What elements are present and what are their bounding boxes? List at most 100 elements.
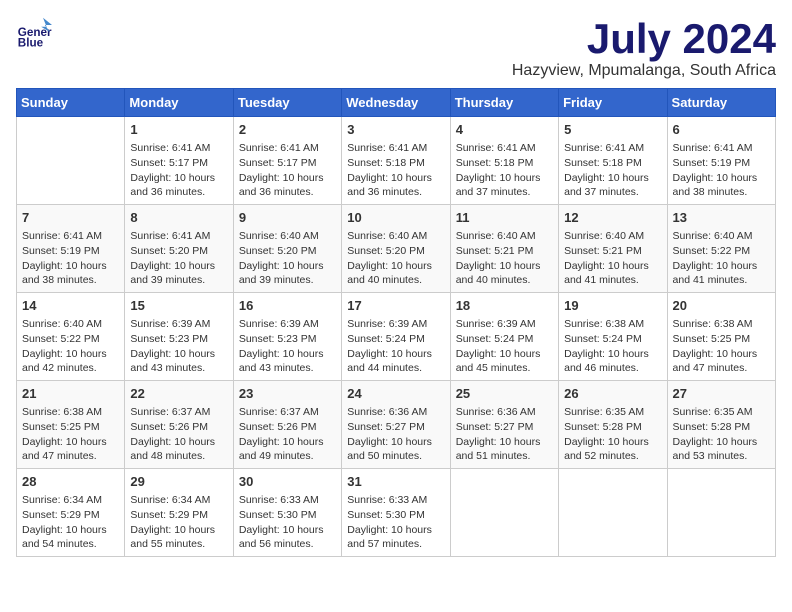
cell-daylight-info: Sunrise: 6:35 AM Sunset: 5:28 PM Dayligh… [564,405,661,464]
calendar-cell: 4 Sunrise: 6:41 AM Sunset: 5:18 PM Daylig… [450,117,558,205]
calendar-cell: 28 Sunrise: 6:34 AM Sunset: 5:29 PM Dayli… [17,468,125,556]
date-number: 4 [456,121,553,139]
page-header: General Blue July 2024 Hazyview, Mpumala… [16,16,776,80]
calendar-cell: 13Sunrise: 6:40 AM Sunset: 5:22 PM Dayli… [667,205,775,293]
date-number: 2 [239,121,336,139]
cell-daylight-info: Sunrise: 6:33 AM Sunset: 5:30 PM Dayligh… [347,493,444,552]
calendar-week-row: 21 Sunrise: 6:38 AM Sunset: 5:25 PM Dayli… [17,381,776,469]
date-number: 30 [239,473,336,491]
date-number: 17 [347,297,444,315]
calendar-cell: 15 Sunrise: 6:39 AM Sunset: 5:23 PM Dayli… [125,293,233,381]
day-header-friday: Friday [559,89,667,117]
cell-daylight-info: Sunrise: 6:36 AM Sunset: 5:27 PM Dayligh… [456,405,553,464]
calendar-cell: 10 Sunrise: 6:40 AM Sunset: 5:20 PM Dayli… [342,205,450,293]
calendar-week-row: 14Sunrise: 6:40 AM Sunset: 5:22 PM Dayli… [17,293,776,381]
calendar-cell [450,468,558,556]
date-number: 18 [456,297,553,315]
day-header-thursday: Thursday [450,89,558,117]
calendar-cell: 21 Sunrise: 6:38 AM Sunset: 5:25 PM Dayli… [17,381,125,469]
date-number: 12 [564,209,661,227]
day-header-saturday: Saturday [667,89,775,117]
date-number: 24 [347,385,444,403]
calendar-cell: 22Sunrise: 6:37 AM Sunset: 5:26 PM Dayli… [125,381,233,469]
cell-daylight-info: Sunrise: 6:40 AM Sunset: 5:21 PM Dayligh… [456,229,553,288]
day-header-sunday: Sunday [17,89,125,117]
date-number: 9 [239,209,336,227]
cell-daylight-info: Sunrise: 6:41 AM Sunset: 5:18 PM Dayligh… [564,141,661,200]
cell-daylight-info: Sunrise: 6:37 AM Sunset: 5:26 PM Dayligh… [239,405,336,464]
calendar-cell: 27 Sunrise: 6:35 AM Sunset: 5:28 PM Dayli… [667,381,775,469]
calendar-cell: 7 Sunrise: 6:41 AM Sunset: 5:19 PM Daylig… [17,205,125,293]
calendar-cell: 3 Sunrise: 6:41 AM Sunset: 5:18 PM Daylig… [342,117,450,205]
cell-daylight-info: Sunrise: 6:38 AM Sunset: 5:24 PM Dayligh… [564,317,661,376]
date-number: 13 [673,209,770,227]
day-header-monday: Monday [125,89,233,117]
calendar-cell: 20 Sunrise: 6:38 AM Sunset: 5:25 PM Dayli… [667,293,775,381]
date-number: 1 [130,121,227,139]
calendar-cell: 31 Sunrise: 6:33 AM Sunset: 5:30 PM Dayli… [342,468,450,556]
calendar-cell: 18 Sunrise: 6:39 AM Sunset: 5:24 PM Dayli… [450,293,558,381]
date-number: 7 [22,209,119,227]
calendar-cell: 9 Sunrise: 6:40 AM Sunset: 5:20 PM Daylig… [233,205,341,293]
date-number: 21 [22,385,119,403]
date-number: 23 [239,385,336,403]
date-number: 10 [347,209,444,227]
calendar-cell: 29 Sunrise: 6:34 AM Sunset: 5:29 PM Dayli… [125,468,233,556]
date-number: 31 [347,473,444,491]
calendar-cell: 25Sunrise: 6:36 AM Sunset: 5:27 PM Dayli… [450,381,558,469]
date-number: 5 [564,121,661,139]
cell-daylight-info: Sunrise: 6:40 AM Sunset: 5:20 PM Dayligh… [239,229,336,288]
date-number: 16 [239,297,336,315]
calendar-cell: 8 Sunrise: 6:41 AM Sunset: 5:20 PM Daylig… [125,205,233,293]
logo-icon: General Blue [16,16,52,52]
date-number: 19 [564,297,661,315]
cell-daylight-info: Sunrise: 6:39 AM Sunset: 5:23 PM Dayligh… [130,317,227,376]
date-number: 20 [673,297,770,315]
svg-text:Blue: Blue [18,37,44,50]
calendar-cell: 12 Sunrise: 6:40 AM Sunset: 5:21 PM Dayli… [559,205,667,293]
cell-daylight-info: Sunrise: 6:39 AM Sunset: 5:24 PM Dayligh… [347,317,444,376]
date-number: 29 [130,473,227,491]
cell-daylight-info: Sunrise: 6:41 AM Sunset: 5:18 PM Dayligh… [456,141,553,200]
page-title: July 2024 [512,16,776,62]
date-number: 28 [22,473,119,491]
day-header-tuesday: Tuesday [233,89,341,117]
calendar-cell: 17 Sunrise: 6:39 AM Sunset: 5:24 PM Dayli… [342,293,450,381]
calendar-cell: 1 Sunrise: 6:41 AM Sunset: 5:17 PM Daylig… [125,117,233,205]
cell-daylight-info: Sunrise: 6:40 AM Sunset: 5:21 PM Dayligh… [564,229,661,288]
cell-daylight-info: Sunrise: 6:41 AM Sunset: 5:20 PM Dayligh… [130,229,227,288]
cell-daylight-info: Sunrise: 6:41 AM Sunset: 5:19 PM Dayligh… [22,229,119,288]
cell-daylight-info: Sunrise: 6:41 AM Sunset: 5:17 PM Dayligh… [130,141,227,200]
cell-daylight-info: Sunrise: 6:34 AM Sunset: 5:29 PM Dayligh… [22,493,119,552]
calendar-cell: 11Sunrise: 6:40 AM Sunset: 5:21 PM Dayli… [450,205,558,293]
calendar-cell [559,468,667,556]
date-number: 3 [347,121,444,139]
cell-daylight-info: Sunrise: 6:39 AM Sunset: 5:24 PM Dayligh… [456,317,553,376]
calendar-cell [667,468,775,556]
date-number: 15 [130,297,227,315]
cell-daylight-info: Sunrise: 6:33 AM Sunset: 5:30 PM Dayligh… [239,493,336,552]
date-number: 26 [564,385,661,403]
calendar-cell: 6 Sunrise: 6:41 AM Sunset: 5:19 PM Daylig… [667,117,775,205]
logo: General Blue [16,16,52,52]
cell-daylight-info: Sunrise: 6:41 AM Sunset: 5:19 PM Dayligh… [673,141,770,200]
calendar-header-row: SundayMondayTuesdayWednesdayThursdayFrid… [17,89,776,117]
cell-daylight-info: Sunrise: 6:34 AM Sunset: 5:29 PM Dayligh… [130,493,227,552]
cell-daylight-info: Sunrise: 6:35 AM Sunset: 5:28 PM Dayligh… [673,405,770,464]
title-block: July 2024 Hazyview, Mpumalanga, South Af… [512,16,776,80]
calendar-cell: 26 Sunrise: 6:35 AM Sunset: 5:28 PM Dayli… [559,381,667,469]
page-subtitle: Hazyview, Mpumalanga, South Africa [512,62,776,80]
calendar-cell [17,117,125,205]
cell-daylight-info: Sunrise: 6:38 AM Sunset: 5:25 PM Dayligh… [22,405,119,464]
cell-daylight-info: Sunrise: 6:40 AM Sunset: 5:20 PM Dayligh… [347,229,444,288]
date-number: 27 [673,385,770,403]
cell-daylight-info: Sunrise: 6:37 AM Sunset: 5:26 PM Dayligh… [130,405,227,464]
date-number: 6 [673,121,770,139]
calendar-week-row: 1 Sunrise: 6:41 AM Sunset: 5:17 PM Daylig… [17,117,776,205]
calendar-cell: 14Sunrise: 6:40 AM Sunset: 5:22 PM Dayli… [17,293,125,381]
cell-daylight-info: Sunrise: 6:41 AM Sunset: 5:18 PM Dayligh… [347,141,444,200]
cell-daylight-info: Sunrise: 6:38 AM Sunset: 5:25 PM Dayligh… [673,317,770,376]
calendar-cell: 23 Sunrise: 6:37 AM Sunset: 5:26 PM Dayli… [233,381,341,469]
calendar-cell: 30 Sunrise: 6:33 AM Sunset: 5:30 PM Dayli… [233,468,341,556]
date-number: 8 [130,209,227,227]
